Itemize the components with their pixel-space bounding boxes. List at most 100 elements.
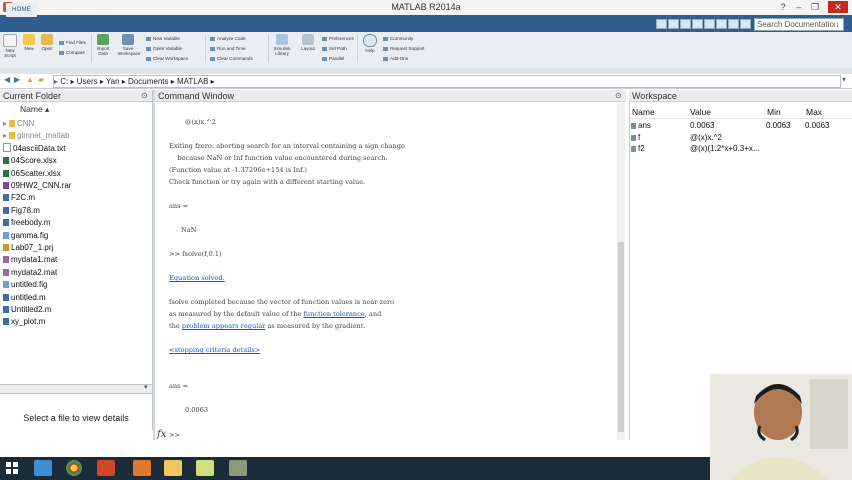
dropbox-icon[interactable] [34, 460, 52, 476]
chrome-icon[interactable] [66, 460, 82, 476]
save-icon[interactable] [656, 19, 667, 29]
fx-function-browser-icon[interactable]: fx [157, 429, 166, 440]
file-item[interactable]: untitled.m [3, 292, 46, 304]
minimize-button[interactable]: – [792, 1, 806, 13]
help-quick-icon[interactable] [740, 19, 751, 29]
details-toggle-icon[interactable]: ▾ [144, 383, 148, 391]
layout-button[interactable]: Layout [298, 34, 318, 51]
search-documentation-input[interactable]: Search Documentation [754, 18, 844, 31]
run-and-time-button[interactable]: Run and Time [210, 46, 246, 51]
save-workspace-button[interactable]: Save Workspace [118, 34, 140, 56]
ws-variable-value[interactable]: @(x)x.^2 [690, 133, 722, 142]
folder-item[interactable]: ▸ glmnet_matlab [3, 130, 70, 142]
file-item[interactable]: F2C.m [3, 192, 35, 204]
column-header-name[interactable]: Name ▴ [20, 104, 49, 115]
close-button[interactable]: ✕ [828, 1, 848, 13]
file-item[interactable]: Lab07_1.prj [3, 242, 53, 254]
ws-column-min[interactable]: Min [767, 107, 781, 117]
app-icon[interactable] [229, 460, 247, 476]
stopping-criteria-details-link[interactable]: <stopping criteria details> [169, 346, 260, 354]
start-icon[interactable] [4, 460, 22, 476]
powerpoint-icon[interactable] [97, 460, 115, 476]
parallel-button[interactable]: Parallel [322, 56, 344, 61]
redo-icon[interactable] [716, 19, 727, 29]
command-prompt[interactable]: >> [169, 431, 180, 439]
browse-folder-icon[interactable]: ▰ [38, 75, 44, 84]
problem-appears-regular-link[interactable]: problem appears regular [182, 322, 265, 330]
path-dropdown-icon[interactable]: ▾ [842, 75, 846, 84]
ws-variable-value[interactable]: 0.0063 [690, 121, 714, 130]
file-item[interactable]: freebody.m [3, 217, 50, 229]
back-arrow-icon[interactable]: ◀ [4, 75, 10, 84]
file-item[interactable]: untitled.fig [3, 279, 47, 291]
equation-solved-link[interactable]: Equation solved. [169, 274, 225, 282]
scrollbar-thumb[interactable] [618, 242, 624, 432]
current-path-field[interactable]: ▸ C: ▸ Users ▸ Yan ▸ Documents ▸ MATLAB … [53, 75, 841, 88]
import-data-button[interactable]: Import Data [93, 34, 113, 56]
find-files-button[interactable]: Find Files [59, 40, 86, 45]
tab-plots[interactable]: PLOTS [48, 3, 81, 17]
function-tolerance-link[interactable]: function tolerance [303, 310, 364, 318]
help-icon[interactable]: ? [776, 1, 790, 13]
new-script-button[interactable]: New Script [0, 34, 20, 58]
file-item[interactable]: 09HW2_CNN.rar [3, 180, 71, 192]
ws-variable-name[interactable]: f [638, 133, 640, 142]
maximize-button[interactable]: ❐ [808, 1, 822, 13]
up-folder-icon[interactable]: ▲ [26, 75, 34, 84]
matlab-icon[interactable] [133, 460, 151, 476]
expand-folder-icon[interactable]: ▸ [3, 119, 7, 128]
panel-actions-icon[interactable]: ⊙ [141, 91, 148, 100]
cut-icon[interactable] [668, 19, 679, 29]
community-button[interactable]: Community [383, 36, 413, 41]
ws-variable-name[interactable]: ans [638, 121, 651, 130]
copy-icon[interactable] [680, 19, 691, 29]
file-item[interactable]: mydata2.mat [3, 267, 57, 279]
ws-variable-name[interactable]: f2 [638, 144, 645, 153]
simulink-library-button[interactable]: Simulink Library [272, 34, 292, 56]
analyze-code-button[interactable]: Analyze Code [210, 36, 246, 41]
ws-column-name[interactable]: Name [632, 107, 655, 117]
ws-column-value[interactable]: Value [690, 107, 711, 117]
forward-arrow-icon[interactable]: ▶ [14, 75, 20, 84]
expand-folder-icon[interactable]: ▸ [3, 131, 7, 140]
file-item[interactable]: 06Scatter.xlsx [3, 168, 61, 180]
file-item[interactable]: gamma.fig [3, 230, 48, 242]
explorer-icon[interactable] [164, 460, 182, 476]
undo-icon[interactable] [704, 19, 715, 29]
panel-actions-icon[interactable]: ⊙ [615, 91, 622, 100]
new-button[interactable]: New [19, 34, 39, 51]
set-path-button[interactable]: Set Path [322, 46, 347, 51]
file-item[interactable]: 04asciiData.txt [3, 142, 65, 155]
path-segment[interactable]: Yan [106, 77, 120, 86]
compare-button[interactable]: Compare [59, 50, 85, 55]
file-item[interactable]: mydata1.mat [3, 254, 57, 266]
request-support-button[interactable]: Request Support [383, 46, 424, 51]
file-item[interactable]: Untitled2.m [3, 304, 51, 316]
preferences-button[interactable]: Preferences [322, 36, 354, 41]
folder-item[interactable]: ▸ CNN [3, 118, 34, 130]
details-splitter[interactable] [0, 384, 152, 394]
file-item[interactable]: xy_plot.m [3, 316, 45, 328]
file-item[interactable]: Fig78.m [3, 205, 40, 217]
switch-windows-icon[interactable] [728, 19, 739, 29]
tab-apps[interactable]: APPS [90, 3, 119, 17]
new-variable-button[interactable]: New Variable [146, 36, 180, 41]
path-segment[interactable]: Users [77, 77, 98, 86]
clear-commands-button[interactable]: Clear Commands [210, 56, 253, 61]
path-segment[interactable]: C: [60, 77, 68, 86]
tab-home[interactable]: HOME [6, 3, 38, 17]
path-segment[interactable]: MATLAB [177, 77, 208, 86]
open-button[interactable]: Open [37, 34, 57, 51]
ws-column-max[interactable]: Max [806, 107, 822, 117]
ws-variable-max[interactable]: 0.0063 [805, 121, 829, 130]
notes-icon[interactable] [196, 460, 214, 476]
ws-variable-min[interactable]: 0.0063 [766, 121, 790, 130]
add-ons-button[interactable]: Add-Ons [383, 56, 408, 61]
help-button[interactable]: Help [360, 34, 380, 53]
path-segment[interactable]: Documents [128, 77, 168, 86]
paste-icon[interactable] [692, 19, 703, 29]
open-variable-button[interactable]: Open Variable [146, 46, 182, 51]
file-item[interactable]: 04Score.xlsx [3, 155, 57, 167]
clear-workspace-button[interactable]: Clear Workspace [146, 56, 188, 61]
ws-variable-value[interactable]: @(x)(1.2*x+0.3+x... [690, 144, 759, 153]
